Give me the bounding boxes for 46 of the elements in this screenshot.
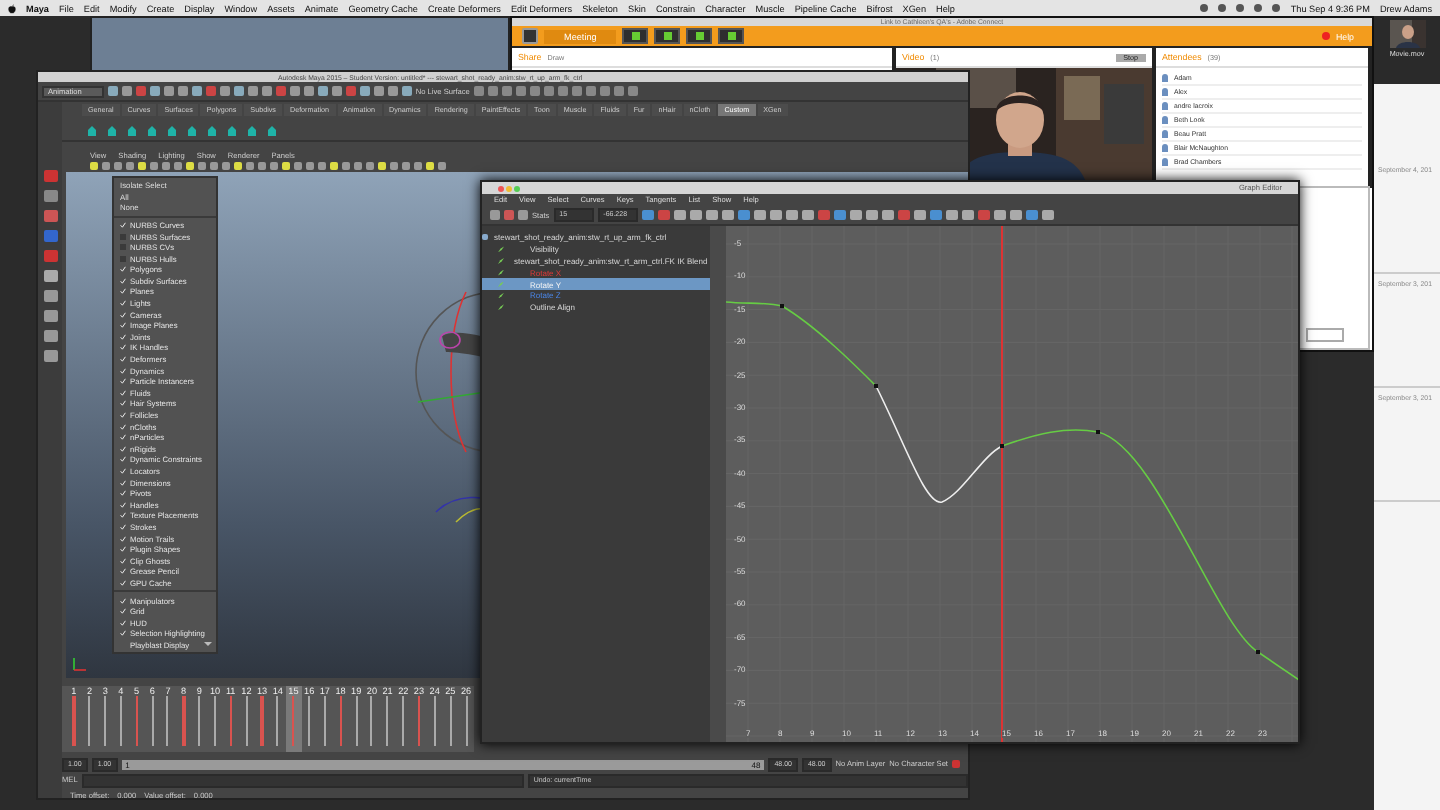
check-icon[interactable] xyxy=(120,619,126,626)
axis-icon xyxy=(72,656,88,673)
check-icon[interactable] xyxy=(120,467,126,474)
check-icon[interactable] xyxy=(120,378,126,385)
apple-icon[interactable] xyxy=(8,3,16,13)
check-icon[interactable] xyxy=(120,456,126,463)
status-button[interactable] xyxy=(654,28,681,44)
check-icon[interactable] xyxy=(120,490,126,497)
check-icon[interactable] xyxy=(120,311,126,318)
chat-input[interactable] xyxy=(1306,328,1344,342)
status-button[interactable] xyxy=(622,28,649,44)
check-icon[interactable] xyxy=(120,512,126,519)
check-icon[interactable] xyxy=(120,333,126,340)
check-icon[interactable] xyxy=(120,445,126,452)
record-icon[interactable] xyxy=(1321,32,1330,40)
check-icon[interactable] xyxy=(120,501,126,508)
check-icon[interactable] xyxy=(120,300,126,307)
status-button[interactable] xyxy=(718,28,745,44)
check-icon[interactable] xyxy=(120,423,126,430)
check-icon[interactable] xyxy=(120,579,126,586)
command-field[interactable] xyxy=(81,773,524,788)
check-icon[interactable] xyxy=(120,277,126,284)
check-icon[interactable] xyxy=(120,356,126,363)
check-icon[interactable] xyxy=(120,412,126,419)
check-icon[interactable] xyxy=(120,630,126,637)
check-icon[interactable] xyxy=(120,367,126,374)
check-icon[interactable] xyxy=(120,608,126,615)
check-icon[interactable] xyxy=(120,288,126,295)
status-button[interactable] xyxy=(686,28,713,44)
check-icon[interactable] xyxy=(120,266,126,273)
check-icon[interactable] xyxy=(120,389,126,396)
check-icon[interactable] xyxy=(120,400,126,407)
check-icon[interactable] xyxy=(120,479,126,486)
check-icon[interactable] xyxy=(120,557,126,564)
check-icon[interactable] xyxy=(120,523,126,530)
check-icon[interactable] xyxy=(120,322,126,329)
check-icon[interactable] xyxy=(120,434,126,441)
check-icon[interactable] xyxy=(120,535,126,542)
check-icon[interactable] xyxy=(120,597,126,604)
check-icon[interactable] xyxy=(120,568,126,575)
check-icon[interactable] xyxy=(120,546,126,553)
node-icon xyxy=(482,234,488,241)
check-icon[interactable] xyxy=(120,221,126,228)
submenu-arrow-icon xyxy=(204,642,212,647)
logo-icon[interactable] xyxy=(522,28,538,44)
check-icon[interactable] xyxy=(120,344,126,351)
